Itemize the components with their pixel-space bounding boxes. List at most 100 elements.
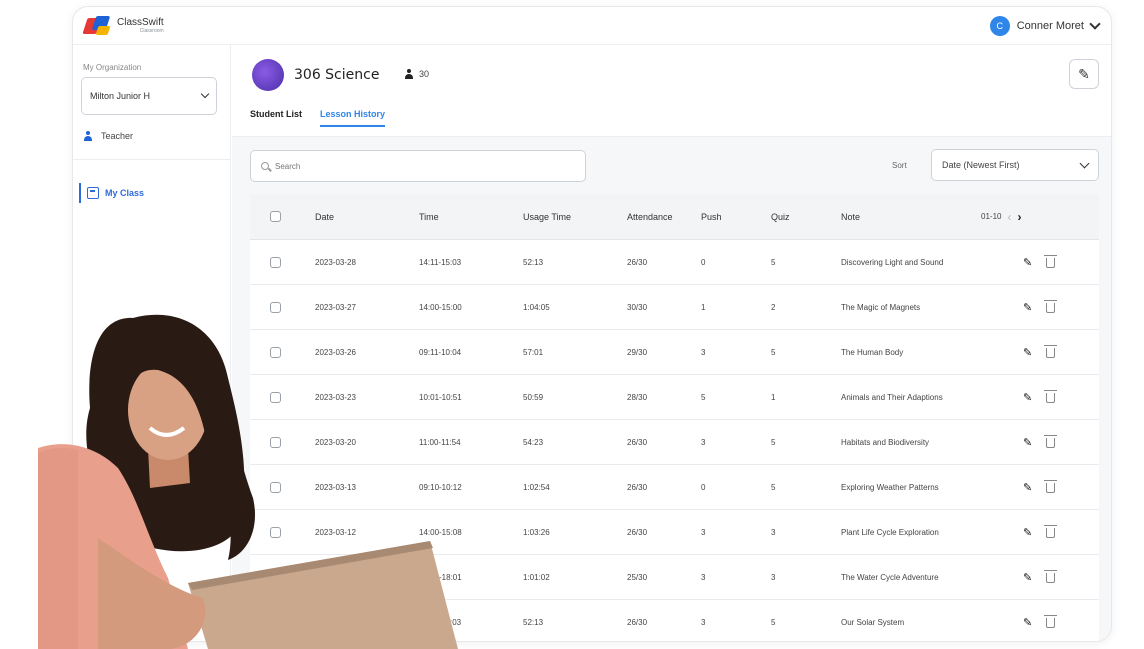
student-count-value: 30 xyxy=(419,69,430,79)
class-icon xyxy=(87,187,99,199)
pencil-icon[interactable]: ✎ xyxy=(1023,616,1032,629)
trash-icon[interactable] xyxy=(1044,390,1058,403)
sidebar-item-my-class[interactable]: My Class xyxy=(79,183,144,203)
table-header-row: Date Time Usage Time Attendance Push Qui… xyxy=(250,194,1099,240)
column-header-attendance[interactable]: Attendance xyxy=(627,212,701,222)
cell-usage-time: 1:02:54 xyxy=(523,482,550,492)
column-header-time[interactable]: Time xyxy=(419,212,523,222)
table-row[interactable]: 2023-03-28 14:11-15:03 52:13 26/30 0 5 Discove… xyxy=(250,240,1099,285)
trash-icon[interactable] xyxy=(1044,345,1058,358)
cell-date: 2023-03-28 xyxy=(315,257,356,267)
cell-usage-time: 1:01:02 xyxy=(523,572,550,582)
search-icon xyxy=(261,162,269,170)
trash-icon[interactable] xyxy=(1044,435,1058,448)
class-title: 306 Science xyxy=(294,67,380,83)
column-header-date[interactable]: Date xyxy=(315,212,419,222)
search-box[interactable] xyxy=(250,150,586,182)
chevron-down-icon xyxy=(1089,18,1101,30)
search-input[interactable] xyxy=(275,161,555,171)
pencil-icon[interactable]: ✎ xyxy=(1023,526,1032,539)
trash-icon[interactable] xyxy=(1044,525,1058,538)
pencil-icon[interactable]: ✎ xyxy=(1023,391,1032,404)
pencil-icon[interactable]: ✎ xyxy=(1023,571,1032,584)
pencil-icon[interactable]: ✎ xyxy=(1023,481,1032,494)
cell-attendance: 26/30 xyxy=(627,257,648,267)
cell-usage-time: 50:59 xyxy=(523,392,544,402)
cell-note: Exploring Weather Patterns xyxy=(841,482,939,492)
person-icon xyxy=(83,131,93,141)
select-all-checkbox[interactable] xyxy=(270,211,281,222)
student-count: 30 xyxy=(404,69,429,79)
cell-attendance: 30/30 xyxy=(627,302,648,312)
chevron-down-icon xyxy=(200,89,210,99)
cell-usage-time: 52:13 xyxy=(523,617,544,627)
cell-note: The Human Body xyxy=(841,347,904,357)
cell-quiz: 5 xyxy=(771,347,776,357)
pagination-range: 01-10 xyxy=(981,212,1002,221)
class-avatar xyxy=(252,59,284,91)
column-header-quiz[interactable]: Quiz xyxy=(771,212,841,222)
trash-icon[interactable] xyxy=(1044,255,1058,268)
trash-icon[interactable] xyxy=(1044,480,1058,493)
cell-push: 0 xyxy=(701,257,706,267)
cell-usage-time: 52:13 xyxy=(523,257,544,267)
cell-usage-time: 57:01 xyxy=(523,347,544,357)
cell-note: Habitats and Biodiversity xyxy=(841,437,930,447)
trash-icon[interactable] xyxy=(1044,570,1058,583)
logo-name: ClassSwift xyxy=(117,17,164,28)
cell-note: Plant Life Cycle Exploration xyxy=(841,527,939,537)
sort-value: Date (Newest First) xyxy=(942,160,1020,170)
woman-with-laptop-photo xyxy=(38,314,458,649)
cell-usage-time: 54:23 xyxy=(523,437,544,447)
cell-quiz: 1 xyxy=(771,392,776,402)
top-bar: ClassSwift Classroom C Conner Moret xyxy=(73,7,1111,45)
organization-select[interactable]: Milton Junior H xyxy=(81,77,217,115)
cell-attendance: 26/30 xyxy=(627,482,648,492)
cell-push: 0 xyxy=(701,482,706,492)
column-header-note[interactable]: Note xyxy=(841,212,981,222)
app-logo[interactable]: ClassSwift Classroom xyxy=(82,16,164,36)
row-actions: ✎ xyxy=(1023,615,1058,629)
tab-lesson-history[interactable]: Lesson History xyxy=(320,109,386,127)
person-icon xyxy=(404,69,414,79)
cell-usage-time: 1:04:05 xyxy=(523,302,550,312)
cell-attendance: 25/30 xyxy=(627,572,648,582)
cell-quiz: 5 xyxy=(771,617,776,627)
edit-class-button[interactable]: ✎ xyxy=(1069,59,1099,89)
pencil-icon[interactable]: ✎ xyxy=(1023,301,1032,314)
cell-note: Our Solar System xyxy=(841,617,905,627)
cell-note: Animals and Their Adaptions xyxy=(841,392,943,402)
cell-quiz: 5 xyxy=(771,257,776,267)
column-header-usage-time[interactable]: Usage Time xyxy=(523,212,627,222)
role-label: Teacher xyxy=(101,131,134,141)
cell-push: 3 xyxy=(701,437,706,447)
user-menu[interactable]: C Conner Moret xyxy=(989,16,1101,36)
cell-attendance: 26/30 xyxy=(627,527,648,537)
pencil-icon[interactable]: ✎ xyxy=(1023,346,1032,359)
cell-attendance: 26/30 xyxy=(627,617,648,627)
user-avatar: C xyxy=(989,16,1010,36)
cell-time: 14:11-15:03 xyxy=(419,257,462,267)
chevron-left-icon[interactable]: ‹ xyxy=(1007,210,1011,224)
cell-note: Discovering Light and Sound xyxy=(841,257,944,267)
pencil-icon[interactable]: ✎ xyxy=(1023,436,1032,449)
role-indicator: Teacher xyxy=(83,131,133,141)
organization-label: My Organization xyxy=(83,63,142,72)
cell-usage-time: 1:03:26 xyxy=(523,527,550,537)
chevron-right-icon[interactable]: › xyxy=(1017,210,1021,224)
logo-subtitle: Classroom xyxy=(139,28,164,34)
pencil-icon: ✎ xyxy=(1078,65,1090,82)
sort-label: Sort xyxy=(892,161,907,170)
tab-student-list[interactable]: Student List xyxy=(250,109,302,127)
sort-select[interactable]: Date (Newest First) xyxy=(931,149,1099,181)
organization-value: Milton Junior H xyxy=(90,91,151,101)
row-checkbox[interactable] xyxy=(270,256,281,268)
column-header-push[interactable]: Push xyxy=(701,212,771,222)
row-actions: ✎ xyxy=(1023,570,1058,584)
cell-quiz: 5 xyxy=(771,437,776,447)
logo-mark-icon xyxy=(82,16,111,36)
row-actions: ✎ xyxy=(1023,255,1058,269)
pencil-icon[interactable]: ✎ xyxy=(1023,256,1032,269)
trash-icon[interactable] xyxy=(1044,300,1058,313)
trash-icon[interactable] xyxy=(1044,615,1058,628)
